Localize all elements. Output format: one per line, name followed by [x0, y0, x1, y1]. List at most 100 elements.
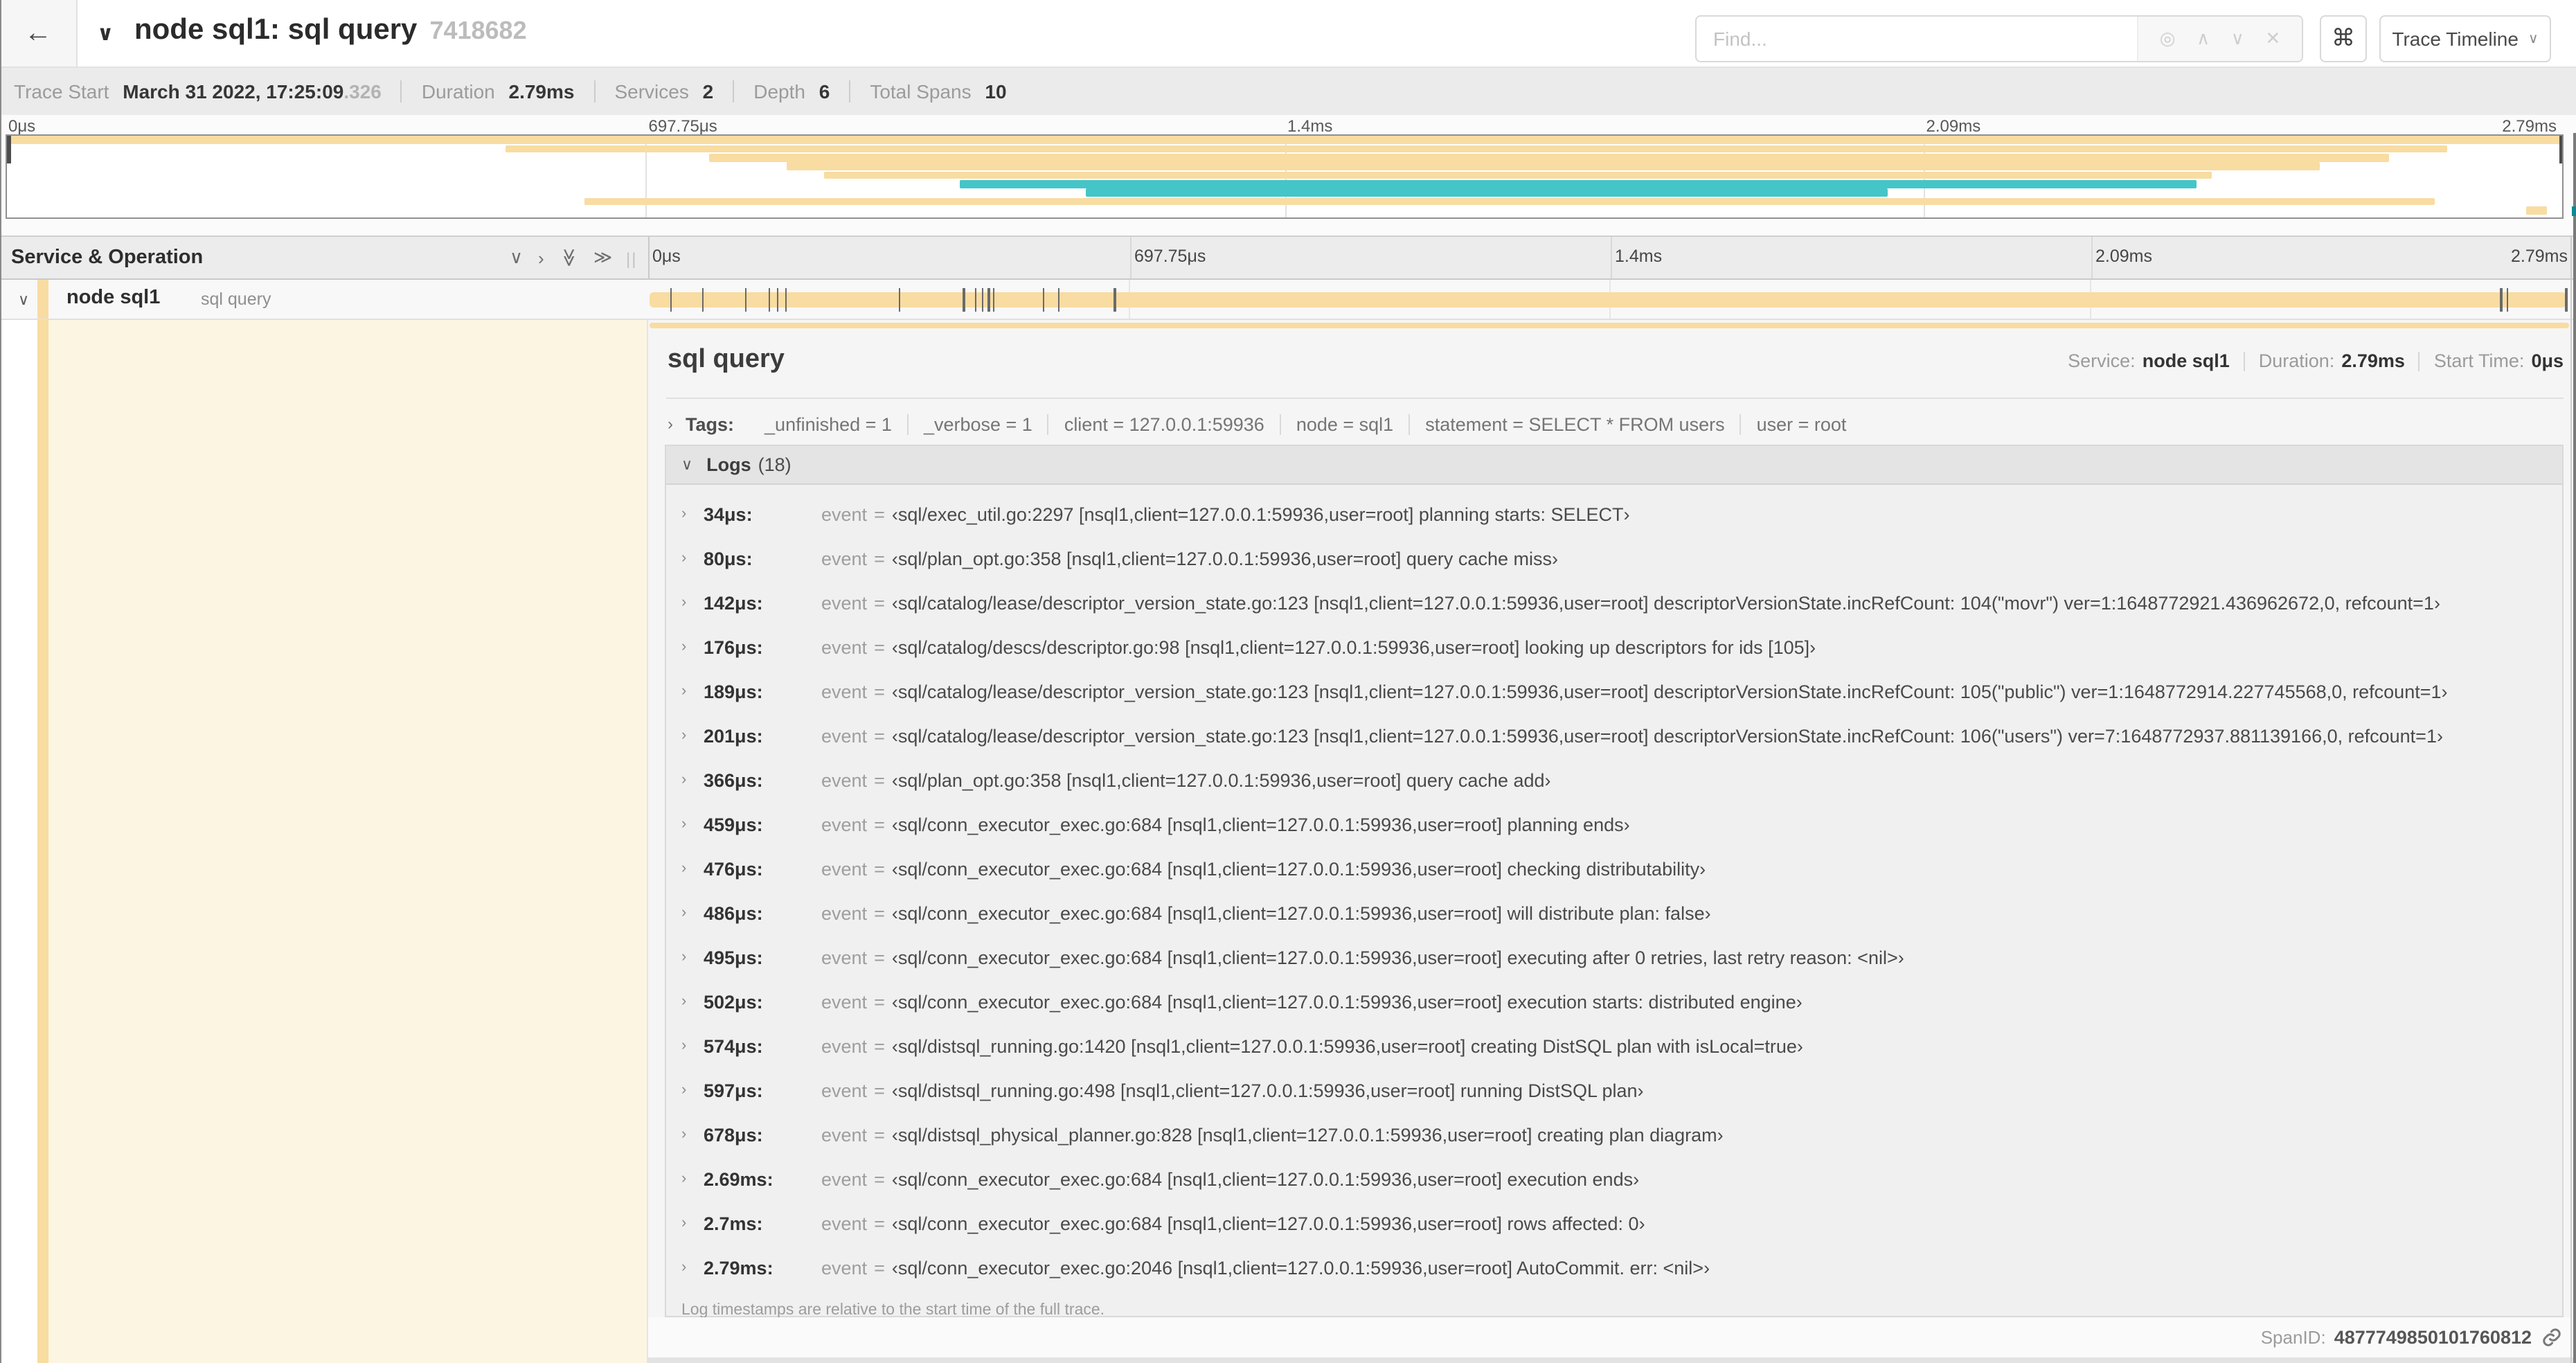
- log-row[interactable]: › 597μs: event = ‹sql/distsql_running.go:498…: [666, 1068, 2562, 1112]
- log-row[interactable]: › 486μs: event = ‹sql/conn_executor_exec.go:…: [666, 891, 2562, 935]
- log-field-value: ‹sql/plan_opt.go:358 [nsql1,client=127.0…: [891, 769, 1551, 790]
- log-row[interactable]: › 201μs: event = ‹sql/catalog/lease/descript…: [666, 713, 2562, 758]
- log-expand-icon[interactable]: ›: [681, 1126, 695, 1143]
- log-row[interactable]: › 176μs: event = ‹sql/catalog/descs/descript…: [666, 625, 2562, 669]
- window-right-edge[interactable]: [2573, 133, 2576, 1363]
- time-tick-label: 0μs: [8, 116, 36, 136]
- span-collapse-icon[interactable]: ∨: [18, 291, 29, 309]
- log-expand-icon[interactable]: ›: [681, 1037, 695, 1054]
- minimap-span-bar: [2526, 206, 2547, 215]
- log-field-key: event: [821, 1080, 868, 1101]
- log-timestamp: 678μs:: [704, 1124, 763, 1145]
- summary-value: 10: [979, 80, 1007, 103]
- log-expand-icon[interactable]: ›: [681, 639, 695, 655]
- logs-section: ∨ Logs (18) › 34μs: event = ‹sql/exec_util.g…: [665, 445, 2564, 1319]
- log-expand-icon[interactable]: ›: [681, 506, 695, 522]
- log-expand-icon[interactable]: ›: [681, 594, 695, 611]
- chevron-down-icon: ∨: [2528, 31, 2539, 46]
- log-row[interactable]: › 2.69ms: event = ‹sql/conn_executor_exec.go…: [666, 1157, 2562, 1201]
- log-field-value: ‹sql/conn_executor_exec.go:684 [nsql1,cl…: [891, 1213, 1645, 1233]
- log-timestamp: 459μs:: [704, 814, 763, 835]
- view-selector-button[interactable]: Trace Timeline ∨: [2379, 15, 2551, 62]
- log-field-value: ‹sql/catalog/lease/descriptor_version_st…: [891, 592, 2440, 613]
- log-row[interactable]: › 459μs: event = ‹sql/conn_executor_exec.go:…: [666, 802, 2562, 846]
- log-row[interactable]: › 495μs: event = ‹sql/conn_executor_exec.go:…: [666, 935, 2562, 979]
- log-expand-icon[interactable]: ›: [681, 1082, 695, 1098]
- minimap-span-row: [7, 153, 2562, 162]
- minimap-span-bar: [960, 179, 2197, 188]
- detail-left-gutter: [0, 320, 37, 1363]
- log-timestamp: 2.69ms:: [704, 1168, 773, 1189]
- logs-count: (18): [758, 454, 791, 475]
- log-field-value: ‹sql/conn_executor_exec.go:684 [nsql1,cl…: [891, 947, 1904, 968]
- log-field-key: event: [821, 1168, 868, 1189]
- log-row[interactable]: › 366μs: event = ‹sql/plan_opt.go:358 [nsql1…: [666, 758, 2562, 802]
- expand-one-icon[interactable]: ›: [538, 247, 544, 268]
- log-expand-icon[interactable]: ›: [681, 860, 695, 877]
- find-prev-icon[interactable]: ∧: [2197, 28, 2210, 50]
- log-row[interactable]: › 678μs: event = ‹sql/distsql_physical_plann…: [666, 1112, 2562, 1157]
- tag-item: _unfinished = 1: [764, 413, 892, 434]
- minimap-right-scrubber[interactable]: [2559, 136, 2562, 163]
- log-field-value: ‹sql/exec_util.go:2297 [nsql1,client=127…: [891, 504, 1630, 524]
- logs-header[interactable]: ∨ Logs (18): [666, 446, 2562, 485]
- expand-all-icon[interactable]: ≫: [593, 247, 612, 269]
- log-row[interactable]: › 80μs: event = ‹sql/plan_opt.go:358 [nsql1,…: [666, 536, 2562, 580]
- bottom-scroll-strip: [648, 1357, 2576, 1363]
- log-expand-icon[interactable]: ›: [681, 1259, 695, 1276]
- log-row[interactable]: › 2.7ms: event = ‹sql/conn_executor_exec.go:…: [666, 1201, 2562, 1245]
- summary-label: Depth: [753, 80, 805, 103]
- find-input[interactable]: [1697, 17, 2137, 61]
- log-expand-icon[interactable]: ›: [681, 1215, 695, 1231]
- find-clear-icon[interactable]: ✕: [2266, 28, 2281, 50]
- log-marker-tick: [1058, 288, 1060, 312]
- log-expand-icon[interactable]: ›: [681, 949, 695, 965]
- find-next-icon[interactable]: ∨: [2231, 28, 2244, 50]
- log-field-value: ‹sql/conn_executor_exec.go:684 [nsql1,cl…: [891, 814, 1630, 835]
- log-expand-icon[interactable]: ›: [681, 993, 695, 1010]
- span-duration-bar[interactable]: [650, 292, 2566, 308]
- log-row[interactable]: › 34μs: event = ‹sql/exec_util.go:2297 [nsql…: [666, 492, 2562, 536]
- summary-label: Duration: [421, 80, 495, 103]
- trace-collapse-icon[interactable]: ∨: [97, 21, 114, 46]
- log-expand-icon[interactable]: ›: [681, 1170, 695, 1187]
- logs-collapse-icon[interactable]: ∨: [681, 456, 692, 474]
- log-expand-icon[interactable]: ›: [681, 772, 695, 788]
- collapse-one-icon[interactable]: ∨: [510, 247, 523, 269]
- span-bar-lane[interactable]: [648, 280, 2570, 319]
- log-row[interactable]: › 189μs: event = ‹sql/catalog/lease/descript…: [666, 669, 2562, 713]
- log-expand-icon[interactable]: ›: [681, 550, 695, 567]
- summary-item: Total Spans 10: [849, 80, 1007, 103]
- log-row[interactable]: › 574μs: event = ‹sql/distsql_running.go:142…: [666, 1024, 2562, 1068]
- log-expand-icon[interactable]: ›: [681, 683, 695, 700]
- log-field-key: event: [821, 504, 868, 524]
- collapse-all-icon[interactable]: ≫: [557, 248, 580, 267]
- log-row[interactable]: › 502μs: event = ‹sql/conn_executor_exec.go:…: [666, 979, 2562, 1024]
- minimap-left-scrubber[interactable]: [7, 136, 10, 163]
- keyboard-shortcuts-button[interactable]: ⌘: [2320, 15, 2367, 62]
- detail-panel-footer: SpanID: 4877749850101760812: [648, 1317, 2576, 1363]
- log-expand-icon[interactable]: ›: [681, 816, 695, 832]
- tags-row[interactable]: › Tags: _unfinished = 1 _verbose = 1 clien…: [666, 404, 2564, 443]
- minimap-canvas[interactable]: [6, 134, 2564, 219]
- tags-expand-icon[interactable]: ›: [668, 414, 673, 434]
- copy-link-icon[interactable]: [2541, 1327, 2562, 1348]
- command-icon: ⌘: [2332, 25, 2355, 51]
- summary-label: Trace Start: [14, 80, 109, 103]
- log-equals: =: [874, 636, 885, 657]
- locate-icon[interactable]: ◎: [2160, 28, 2176, 50]
- back-button[interactable]: ←: [0, 0, 78, 66]
- log-row[interactable]: › 2.79ms: event = ‹sql/conn_executor_exec.go…: [666, 1245, 2562, 1290]
- log-field-key: event: [821, 1124, 868, 1145]
- log-row[interactable]: › 142μs: event = ‹sql/catalog/lease/descript…: [666, 580, 2562, 625]
- column-resize-grip[interactable]: ||: [626, 249, 637, 269]
- log-field-key: event: [821, 636, 868, 657]
- log-row[interactable]: › 476μs: event = ‹sql/conn_executor_exec.go:…: [666, 846, 2562, 891]
- span-id-value: 4877749850101760812: [2334, 1327, 2532, 1348]
- logs-footer-note: Log timestamps are relative to the start…: [681, 1302, 1105, 1319]
- span-row[interactable]: ∨ node sql1 sql query: [0, 280, 2576, 320]
- log-expand-icon[interactable]: ›: [681, 905, 695, 921]
- tags-label: Tags:: [686, 413, 735, 434]
- summary-item: Trace Start March 31 2022, 17:25:09.326: [14, 80, 382, 103]
- log-expand-icon[interactable]: ›: [681, 727, 695, 744]
